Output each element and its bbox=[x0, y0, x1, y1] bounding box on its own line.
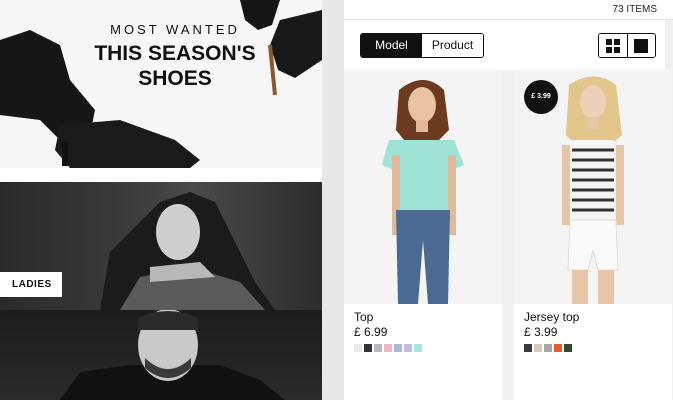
sale-badge: £ 3.99 bbox=[524, 80, 558, 114]
listing-toolbar: Model Product bbox=[344, 20, 665, 70]
man-portrait-image bbox=[60, 310, 285, 400]
color-swatch[interactable] bbox=[364, 344, 372, 352]
single-square-icon bbox=[634, 38, 649, 53]
hero-text: MOST WANTED THIS SEASON'S SHOES bbox=[60, 22, 290, 91]
hero-title-line1: THIS SEASON'S bbox=[94, 42, 256, 65]
color-swatch[interactable] bbox=[394, 344, 402, 352]
product-name[interactable]: Top bbox=[354, 310, 373, 324]
product-name[interactable]: Jersey top bbox=[524, 310, 579, 324]
model-photo bbox=[382, 80, 464, 304]
hero-title-line2: SHOES bbox=[138, 67, 212, 90]
app-root: MOST WANTED THIS SEASON'S SHOES LADIES 7… bbox=[0, 0, 673, 400]
grid-icon bbox=[605, 38, 620, 53]
color-swatch[interactable] bbox=[414, 344, 422, 352]
product-view-button[interactable]: Product bbox=[422, 34, 483, 57]
color-swatch[interactable] bbox=[534, 344, 542, 352]
color-swatches bbox=[524, 344, 572, 352]
color-swatch[interactable] bbox=[524, 344, 532, 352]
product-card[interactable]: Top £ 6.99 bbox=[344, 70, 502, 400]
product-card[interactable]: £ 3.99 Jersey top £ 3.99 bbox=[514, 70, 672, 400]
color-swatch[interactable] bbox=[554, 344, 562, 352]
product-image[interactable] bbox=[344, 70, 502, 304]
hero-subtitle: MOST WANTED bbox=[110, 22, 240, 37]
grid-view-button[interactable] bbox=[599, 34, 627, 57]
listing-topbar: 73 ITEMS bbox=[344, 0, 673, 20]
color-swatches bbox=[354, 344, 422, 352]
single-view-button[interactable] bbox=[626, 34, 655, 57]
hero-banner-shoes[interactable]: MOST WANTED THIS SEASON'S SHOES bbox=[0, 0, 322, 168]
color-swatch[interactable] bbox=[384, 344, 392, 352]
product-image[interactable]: £ 3.99 bbox=[514, 70, 672, 304]
model-view-button[interactable]: Model bbox=[361, 34, 422, 57]
color-swatch[interactable] bbox=[374, 344, 382, 352]
product-price: £ 6.99 bbox=[354, 325, 388, 339]
men-category-image[interactable] bbox=[0, 310, 322, 400]
divider bbox=[0, 168, 322, 182]
category-panel: MOST WANTED THIS SEASON'S SHOES LADIES bbox=[0, 0, 322, 400]
product-price: £ 3.99 bbox=[524, 325, 558, 339]
color-swatch[interactable] bbox=[564, 344, 572, 352]
ladies-label[interactable]: LADIES bbox=[0, 272, 62, 297]
item-count: 73 ITEMS bbox=[612, 4, 657, 15]
product-listing-panel: 73 ITEMS Model Product Top £ 6.99 £ 3.99… bbox=[344, 0, 673, 400]
view-mode-toggle: Model Product bbox=[360, 33, 484, 58]
grid-size-toggle bbox=[598, 33, 656, 58]
color-swatch[interactable] bbox=[544, 344, 552, 352]
color-swatch[interactable] bbox=[404, 344, 412, 352]
color-swatch[interactable] bbox=[354, 344, 362, 352]
panel-separator bbox=[322, 0, 344, 400]
